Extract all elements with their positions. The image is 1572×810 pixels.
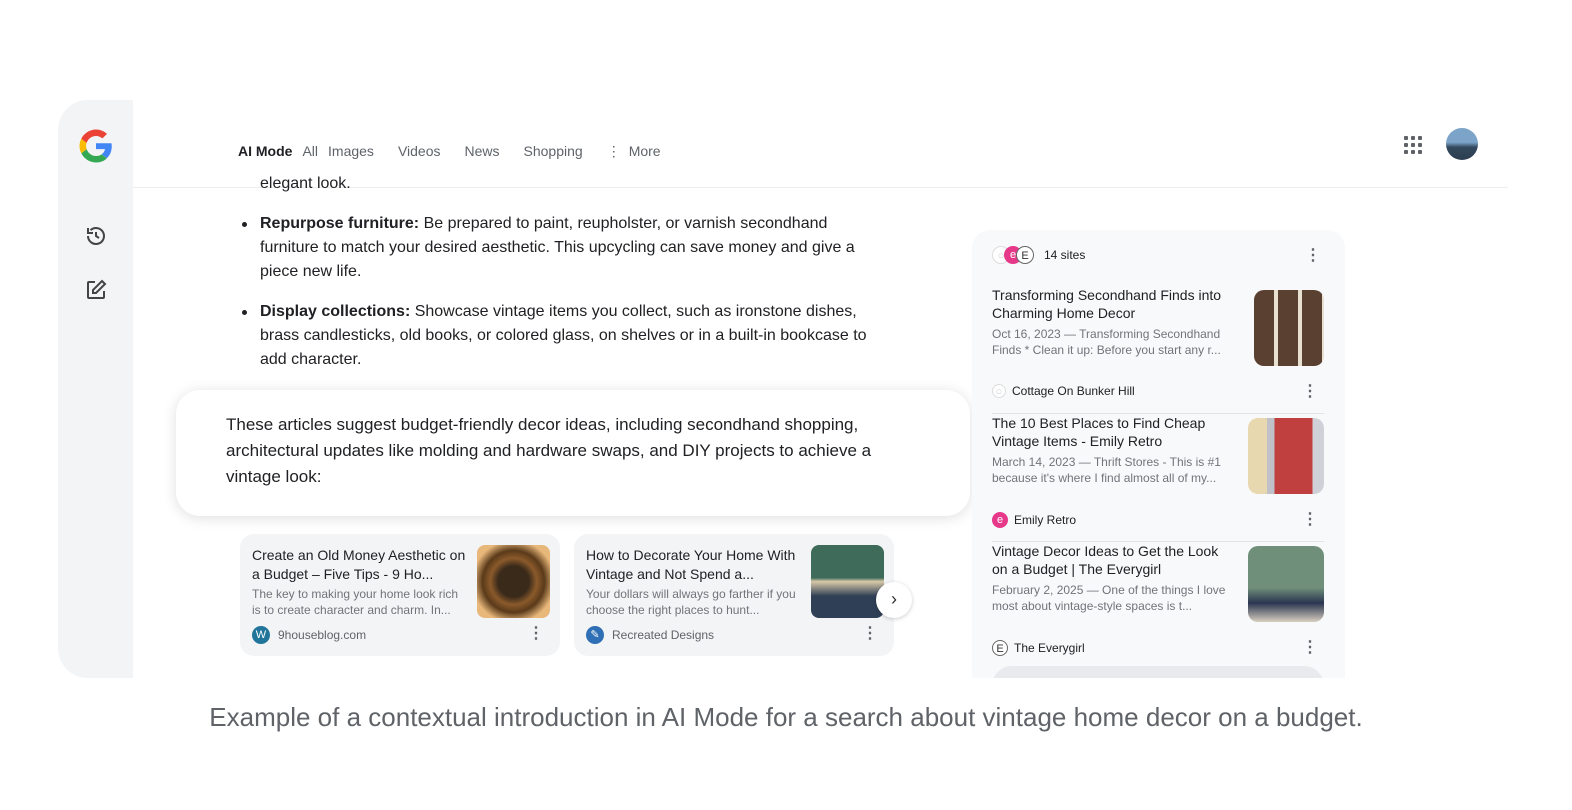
more-options-icon[interactable]: ⋮ [1305, 248, 1321, 264]
more-options-icon[interactable]: ⋮ [1302, 512, 1318, 528]
sources-panel: ○ e E 14 sites ⋮ Transforming Secondhand… [972, 230, 1345, 678]
more-options-icon[interactable]: ⋮ [1302, 640, 1318, 656]
sidebar [58, 100, 133, 678]
new-chat-icon[interactable] [84, 278, 108, 302]
search-tabs: AI Mode All Images Videos News Shopping … [238, 143, 709, 160]
tab-images[interactable]: Images [328, 143, 374, 160]
article-card[interactable]: How to Decorate Your Home With Vintage a… [574, 534, 894, 656]
tab-videos[interactable]: Videos [398, 143, 441, 160]
source-item[interactable]: The 10 Best Places to Find Cheap Vintage… [992, 414, 1324, 542]
source-thumbnail [1248, 418, 1324, 494]
sources-header: ○ e E 14 sites [992, 246, 1085, 264]
wordpress-icon: W [252, 626, 270, 644]
bullet-item: Display collections: Showcase vintage it… [238, 300, 888, 372]
everygirl-favicon: E [992, 640, 1008, 656]
chevron-right-icon[interactable]: › [876, 582, 912, 618]
show-all-button[interactable] [992, 666, 1324, 678]
recreated-designs-icon: ✎ [586, 626, 604, 644]
article-thumbnail [477, 545, 550, 618]
google-logo[interactable] [78, 128, 114, 164]
more-options-icon[interactable]: ⋮ [528, 626, 544, 642]
article-card[interactable]: Create an Old Money Aesthetic on a Budge… [240, 534, 560, 656]
emily-retro-favicon: e [992, 512, 1008, 528]
tab-more[interactable]: ⋮ More [607, 143, 685, 160]
cottage-favicon: ○ [992, 384, 1006, 398]
more-vert-icon: ⋮ [606, 143, 621, 159]
ai-answer: elegant look. Repurpose furniture: Be pr… [238, 175, 888, 388]
more-options-icon[interactable]: ⋮ [862, 626, 878, 642]
everygirl-favicon: E [1016, 246, 1034, 264]
app-window: AI Mode All Images Videos News Shopping … [58, 100, 1508, 678]
contextual-intro: These articles suggest budget-friendly d… [176, 390, 970, 516]
tab-news[interactable]: News [465, 143, 500, 160]
more-options-icon[interactable]: ⋮ [1302, 384, 1318, 400]
source-item[interactable]: Vintage Decor Ideas to Get the Look on a… [992, 542, 1324, 670]
answer-fragment: elegant look. [260, 175, 351, 192]
tab-ai-mode[interactable]: AI Mode [238, 143, 292, 160]
source-thumbnail [1248, 546, 1324, 622]
tab-all[interactable]: All [302, 143, 318, 160]
history-icon[interactable] [84, 224, 108, 248]
tab-shopping[interactable]: Shopping [524, 143, 583, 160]
bullet-item: Repurpose furniture: Be prepared to pain… [238, 212, 888, 284]
apps-grid-icon[interactable] [1404, 136, 1422, 154]
figure-caption: Example of a contextual introduction in … [209, 702, 1363, 732]
avatar[interactable] [1446, 128, 1478, 160]
source-thumbnail [1254, 290, 1324, 366]
article-thumbnail [811, 545, 884, 618]
source-item[interactable]: Transforming Secondhand Finds into Charm… [992, 286, 1324, 414]
